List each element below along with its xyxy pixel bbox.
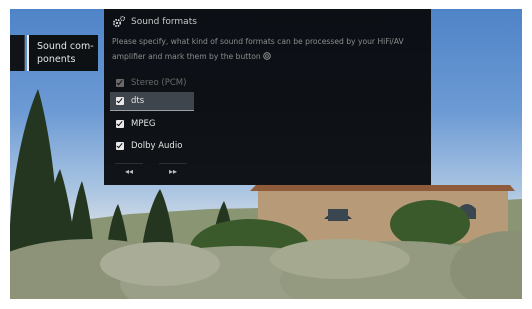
option-label: Stereo (PCM) — [131, 77, 187, 88]
option-dts[interactable]: dts — [110, 92, 194, 111]
option-label: MPEG — [131, 118, 156, 129]
option-mpeg[interactable]: MPEG — [110, 114, 194, 133]
gear-icon — [112, 15, 126, 28]
fast-forward-icon: ▸▸ — [168, 167, 178, 176]
dialog-header: Sound formats — [112, 15, 197, 29]
option-label: dts — [131, 96, 145, 106]
dialog-description-line1: Please specify, what kind of sound forma… — [112, 37, 404, 46]
option-label: Dolby Audio — [131, 140, 183, 151]
ok-button-icon — [263, 52, 271, 60]
side-menu-item-sound-components[interactable]: Sound com- ponents — [27, 35, 98, 71]
side-menu-item-label-line2: ponents — [37, 54, 76, 65]
side-menu-item-label-line1: Sound com- — [37, 41, 94, 52]
rewind-button[interactable]: ◂◂ — [115, 163, 143, 181]
side-menu-previous-level[interactable] — [10, 35, 25, 71]
checkbox-checked-icon — [116, 78, 124, 87]
sound-formats-dialog: Sound formats Please specify, what kind … — [104, 9, 431, 185]
option-dolby-audio[interactable]: Dolby Audio — [110, 136, 194, 155]
side-menu: Sound com- ponents — [10, 35, 98, 71]
dialog-description-line2: amplifier and mark them by the button — [112, 49, 424, 64]
fast-forward-button[interactable]: ▸▸ — [159, 163, 187, 181]
tv-screen: Sound com- ponents Sound formats Please … — [10, 9, 522, 299]
checkbox-checked-icon — [116, 97, 124, 105]
option-stereo-pcm: Stereo (PCM) — [110, 73, 194, 92]
dialog-description: Please specify, what kind of sound forma… — [112, 34, 424, 64]
checkbox-checked-icon — [116, 119, 124, 128]
dialog-title: Sound formats — [131, 17, 197, 27]
rewind-icon: ◂◂ — [124, 167, 134, 176]
dialog-description-line2-text: amplifier and mark them by the button — [112, 52, 261, 61]
checkbox-checked-icon — [116, 141, 124, 150]
